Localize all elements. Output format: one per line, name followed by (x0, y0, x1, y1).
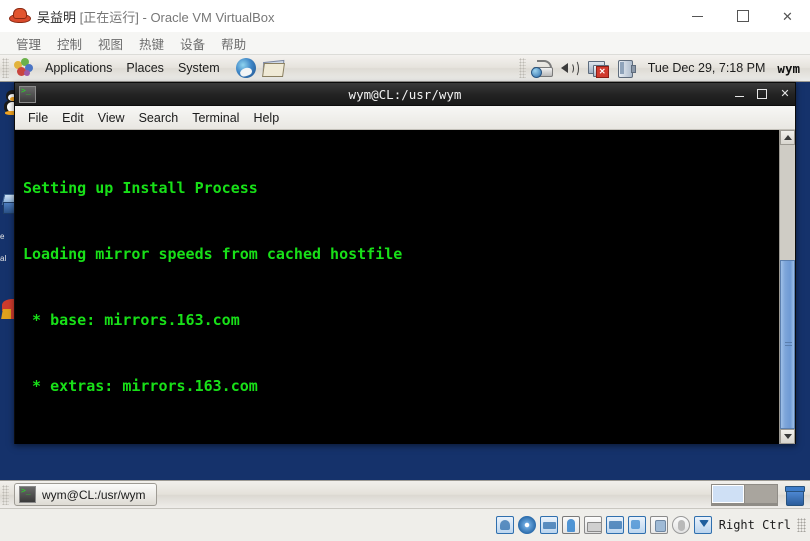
host-window-controls: ✕ (675, 0, 810, 32)
terminal-line: Loading mirror speeds from cached hostfi… (23, 245, 403, 263)
task-button-label: wym@CL:/usr/wym (42, 487, 146, 502)
terminal-minimize-button[interactable] (735, 91, 747, 97)
panel-clock[interactable]: Tue Dec 29, 7:18 PM (640, 58, 774, 78)
terminal-menu-terminal[interactable]: Terminal (185, 109, 246, 127)
maximize-icon (757, 89, 767, 99)
mouse-integration-icon[interactable] (671, 516, 690, 534)
panel-username[interactable]: wym (773, 58, 810, 79)
vm-state: [正在运行] (79, 9, 139, 25)
hard-disk-icon[interactable] (495, 516, 514, 534)
terminal-menu-view[interactable]: View (91, 109, 132, 127)
evolution-mail-icon[interactable] (261, 59, 285, 77)
close-button[interactable]: ✕ (765, 0, 810, 32)
menu-places[interactable]: Places (119, 58, 171, 78)
network-disconnected-icon[interactable]: ✕ (587, 58, 609, 78)
workspace-1[interactable] (712, 484, 744, 503)
menu-view[interactable]: 视图 (90, 32, 131, 55)
menu-control[interactable]: 控制 (49, 32, 90, 55)
cd-dvd-icon[interactable] (517, 516, 536, 534)
minimize-button[interactable] (675, 0, 720, 32)
scroll-down-icon[interactable] (780, 429, 795, 444)
terminal-menu-edit[interactable]: Edit (55, 109, 91, 127)
gnome-top-panel: Applications Places System ✕ Tue Dec 29, (0, 55, 810, 82)
terminal-line: * updates: centos.ustc.edu.cn (23, 441, 779, 444)
terminal-output[interactable]: Setting up Install Process Loading mirro… (15, 130, 779, 444)
terminal-window-controls: ✕ (735, 83, 791, 105)
terminal-line: * extras: mirrors.163.com (23, 377, 258, 395)
display-icon[interactable] (605, 516, 624, 534)
close-icon: ✕ (782, 8, 793, 24)
vm-name: 吴益明 (37, 9, 77, 25)
guest-screen: Applications Places System ✕ Tue Dec 29, (0, 55, 810, 508)
minimize-icon (735, 96, 744, 97)
volume-icon[interactable] (559, 58, 581, 78)
terminal-menu-help[interactable]: Help (246, 109, 286, 127)
terminal-scrollbar[interactable] (779, 130, 795, 444)
applications-menu-icon[interactable] (13, 58, 33, 78)
workspace-2[interactable] (745, 484, 777, 503)
scroll-up-icon[interactable] (780, 130, 795, 145)
remote-display-icon[interactable] (627, 516, 646, 534)
menu-help[interactable]: 帮助 (213, 32, 254, 55)
menu-hotkeys[interactable]: 热键 (131, 32, 172, 55)
panel-grip (2, 58, 9, 78)
terminal-menu-file[interactable]: File (21, 109, 55, 127)
redhat-vm-icon (9, 7, 31, 25)
resize-grip-icon[interactable] (797, 518, 806, 532)
terminal-title-bar[interactable]: wym@CL:/usr/wym ✕ (15, 83, 795, 106)
terminal-menu-search[interactable]: Search (132, 109, 186, 127)
terminal-menu-bar: File Edit View Search Terminal Help (15, 106, 795, 130)
terminal-close-button[interactable]: ✕ (779, 87, 791, 100)
menu-system[interactable]: System (171, 58, 227, 78)
host-title-bar: 吴益明 [正在运行] - Oracle VM VirtualBox ✕ (0, 0, 810, 33)
terminal-line: Setting up Install Process (23, 179, 258, 197)
maximize-button[interactable] (720, 0, 765, 32)
app-name: - Oracle VM VirtualBox (142, 9, 275, 25)
terminal-maximize-button[interactable] (757, 89, 769, 99)
scrollbar-trough[interactable] (780, 145, 795, 429)
usb-icon[interactable] (561, 516, 580, 534)
virtualbox-window: 吴益明 [正在运行] - Oracle VM VirtualBox ✕ 管理 控… (0, 0, 810, 541)
workspace-switcher[interactable] (711, 483, 778, 506)
close-icon: ✕ (780, 87, 790, 100)
shared-folder-icon[interactable] (583, 516, 602, 534)
host-window-title: 吴益明 [正在运行] - Oracle VM VirtualBox (37, 7, 274, 26)
menu-manage[interactable]: 管理 (8, 32, 49, 55)
tray-grip (518, 58, 526, 78)
terminal-line: * base: mirrors.163.com (23, 311, 240, 329)
trash-icon[interactable] (784, 485, 805, 506)
host-key-icon[interactable] (693, 516, 712, 534)
terminal-icon (19, 85, 36, 103)
network-icon[interactable] (539, 516, 558, 534)
scrollbar-thumb[interactable] (780, 260, 795, 429)
firefox-icon[interactable] (235, 58, 256, 78)
menu-applications[interactable]: Applications (38, 58, 119, 78)
host-menu-bar: 管理 控制 视图 热键 设备 帮助 (0, 32, 810, 55)
terminal-icon (19, 486, 36, 503)
terminal-title: wym@CL:/usr/wym (348, 86, 462, 102)
gnome-bottom-panel: wym@CL:/usr/wym (0, 480, 810, 508)
menu-devices[interactable]: 设备 (172, 32, 213, 55)
terminal-window: wym@CL:/usr/wym ✕ File Edit View Search … (14, 82, 796, 444)
bottom-panel-grip (2, 484, 9, 505)
vbox-status-bar: Right Ctrl (0, 508, 810, 541)
host-key-label: Right Ctrl (718, 518, 791, 532)
maximize-icon (736, 10, 749, 22)
minimize-icon (692, 15, 703, 17)
task-button-terminal[interactable]: wym@CL:/usr/wym (14, 483, 157, 506)
terminal-body: Setting up Install Process Loading mirro… (15, 130, 795, 444)
battery-icon[interactable] (615, 58, 637, 78)
network-modem-icon[interactable] (530, 58, 553, 78)
video-capture-icon[interactable] (649, 516, 668, 534)
